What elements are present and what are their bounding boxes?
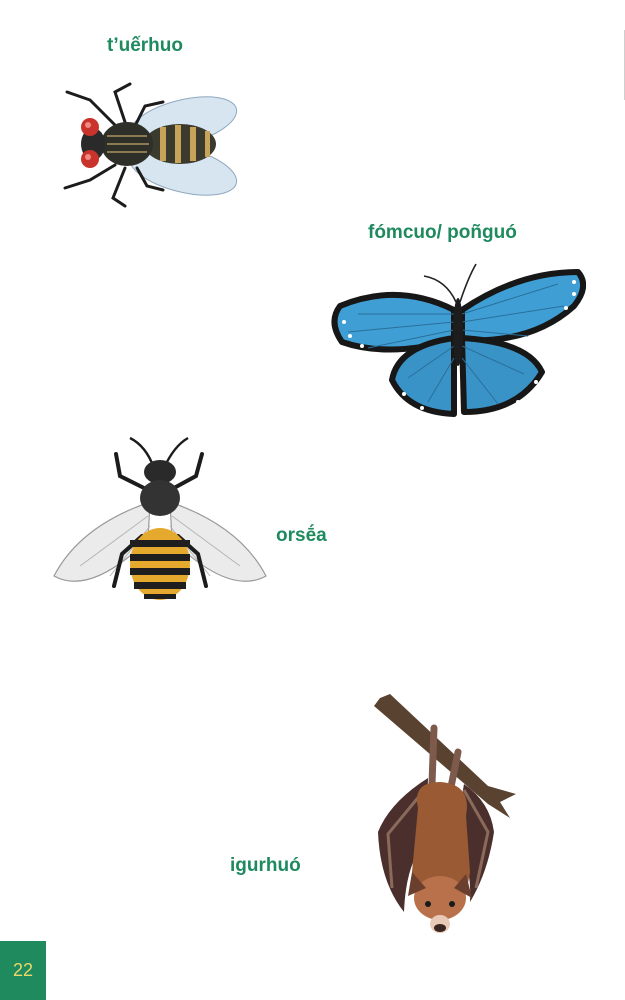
bee-label: orsḗa (276, 525, 327, 546)
bat-label: igurhuó (230, 855, 301, 876)
page-number: 22 (0, 941, 46, 1000)
butterfly-label-text: fómcuo/ poñguó (368, 222, 517, 243)
fly-label: t’uếrhuo (107, 35, 183, 56)
bee-illustration (53, 436, 267, 600)
fly-illustration (63, 82, 238, 208)
bat-illustration (374, 694, 516, 933)
butterfly-illustration (331, 263, 586, 417)
